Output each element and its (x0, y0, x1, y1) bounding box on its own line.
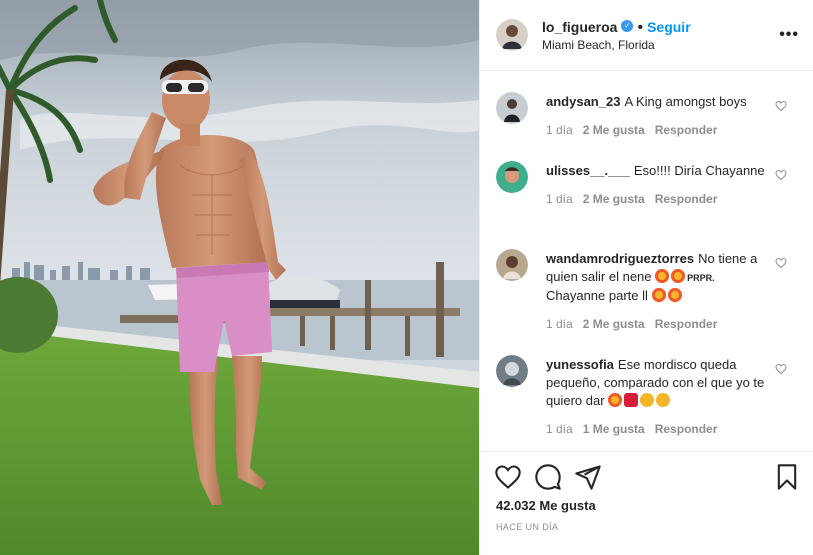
comment-text: Eso!!!! Diría Chayanne (633, 163, 765, 178)
comment-avatar[interactable] (496, 249, 528, 281)
comment-username[interactable]: andysan_23 (546, 94, 620, 109)
comment-like-heart-icon[interactable] (775, 169, 787, 181)
comment-likes[interactable]: 2 Me gusta (583, 192, 645, 206)
reply-button[interactable]: Responder (655, 422, 718, 436)
post-actions: 42.032 Me gusta HACE UN DÍA (480, 451, 813, 555)
comment-item: yunessofia Ese mordisco queda pequeño, co… (480, 355, 813, 436)
comment-like-heart-icon[interactable] (775, 363, 787, 375)
separator-dot: • (637, 18, 644, 36)
comment-avatar[interactable] (496, 355, 528, 387)
comment-text-line2: Chayanne parte ll (546, 288, 648, 303)
reply-button[interactable]: Responder (655, 317, 718, 331)
broken-heart-emoji-icon (624, 393, 639, 407)
comment-time[interactable]: 1 día (546, 317, 573, 331)
comment-username[interactable]: yunessofia (546, 357, 614, 372)
heart-icon[interactable] (494, 463, 522, 491)
comment-item: wandamrodrigueztorres No tiene a quien sa… (480, 249, 813, 331)
comment-text: A King amongst boys (624, 94, 747, 109)
author-avatar[interactable] (496, 19, 528, 51)
verified-badge-icon: ✓ (621, 20, 634, 33)
comment-time[interactable]: 1 día (546, 422, 573, 436)
comment-avatar[interactable] (496, 161, 528, 193)
star-struck-emoji-icon (671, 269, 686, 283)
reply-button[interactable]: Responder (655, 123, 718, 137)
comment-username[interactable]: ulisses__.___ (546, 163, 630, 178)
comment-avatar[interactable] (496, 92, 528, 124)
comments-list: andysan_23 A King amongst boys 1 día 2 Me … (480, 72, 813, 450)
post-location[interactable]: Miami Beach, Florida (542, 38, 779, 53)
instagram-post-modal: lo_figueroa ✓ • Seguir Miami Beach, Florida… (0, 0, 813, 555)
comment-like-heart-icon[interactable] (775, 100, 787, 112)
post-timestamp[interactable]: HACE UN DÍA (496, 522, 558, 532)
comment-likes[interactable]: 1 Me gusta (583, 422, 645, 436)
laughing-emoji-icon (640, 393, 655, 407)
bookmark-icon[interactable] (773, 463, 801, 491)
comment-like-heart-icon[interactable] (775, 257, 787, 269)
star-struck-emoji-icon (608, 393, 623, 407)
comment-time[interactable]: 1 día (546, 123, 573, 137)
more-options-icon[interactable]: ••• (779, 26, 799, 44)
share-icon[interactable] (574, 463, 602, 491)
comment-text-tag: PRPR. (687, 273, 715, 283)
comment-icon[interactable] (534, 463, 562, 491)
author-username[interactable]: lo_figueroa (542, 19, 617, 35)
post-photo-image (0, 0, 479, 555)
star-struck-emoji-icon (651, 288, 666, 302)
post-photo[interactable] (0, 0, 479, 555)
comment-username[interactable]: wandamrodrigueztorres (546, 251, 694, 266)
reply-button[interactable]: Responder (655, 192, 718, 206)
comment-time[interactable]: 1 día (546, 192, 573, 206)
post-header: lo_figueroa ✓ • Seguir Miami Beach, Florida… (480, 0, 813, 71)
comment-item: andysan_23 A King amongst boys 1 día 2 Me … (480, 92, 813, 137)
star-struck-emoji-icon (655, 269, 670, 283)
comment-likes[interactable]: 2 Me gusta (583, 123, 645, 137)
post-side-panel: lo_figueroa ✓ • Seguir Miami Beach, Florida… (479, 0, 813, 555)
star-struck-emoji-icon (667, 288, 682, 302)
laughing-emoji-icon (656, 393, 671, 407)
comment-item: ulisses__.___ Eso!!!! Diría Chayanne 1 dí… (480, 161, 813, 206)
likes-count[interactable]: 42.032 Me gusta (496, 498, 596, 513)
follow-button[interactable]: Seguir (647, 19, 691, 35)
comment-likes[interactable]: 2 Me gusta (583, 317, 645, 331)
